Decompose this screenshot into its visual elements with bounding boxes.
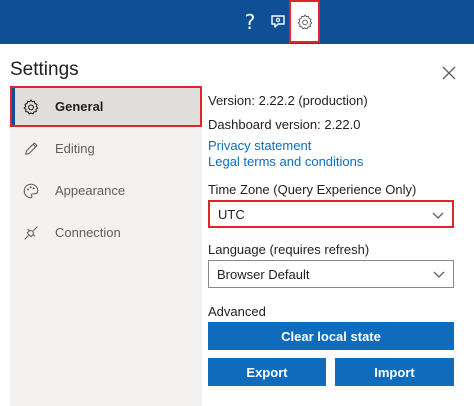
timezone-select[interactable]: UTC xyxy=(208,200,454,228)
settings-sidebar: General Editing Appearance Connection xyxy=(10,86,202,406)
language-value: Browser Default xyxy=(217,266,310,282)
sidebar-item-connection[interactable]: Connection xyxy=(10,212,202,253)
sidebar-item-label: Appearance xyxy=(55,183,126,198)
timezone-label: Time Zone (Query Experience Only) xyxy=(208,182,417,197)
settings-panel: Settings General Editing Appearance Conn… xyxy=(0,44,474,406)
legal-terms-link[interactable]: Legal terms and conditions xyxy=(208,154,363,169)
export-button[interactable]: Export xyxy=(208,358,326,386)
sidebar-item-label: General xyxy=(55,99,104,114)
pencil-icon xyxy=(25,142,38,155)
chevron-down-icon xyxy=(433,271,445,278)
gear-icon xyxy=(297,13,312,29)
import-button[interactable]: Import xyxy=(335,358,454,386)
sidebar-item-appearance[interactable]: Appearance xyxy=(10,170,202,211)
timezone-value: UTC xyxy=(218,206,245,222)
dashboard-version-text: Dashboard version: 2.22.0 xyxy=(208,117,361,132)
panel-title: Settings xyxy=(10,59,79,80)
sidebar-item-editing[interactable]: Editing xyxy=(10,128,202,169)
feedback-icon[interactable] xyxy=(264,0,292,44)
close-button[interactable] xyxy=(440,64,458,82)
chevron-down-icon xyxy=(432,212,444,219)
gear-icon xyxy=(23,99,39,115)
language-select[interactable]: Browser Default xyxy=(208,260,454,288)
palette-icon xyxy=(23,183,39,199)
advanced-label: Advanced xyxy=(208,304,266,319)
version-text: Version: 2.22.2 (production) xyxy=(208,93,368,108)
privacy-statement-link[interactable]: Privacy statement xyxy=(208,138,311,153)
plug-icon xyxy=(24,226,38,240)
close-icon xyxy=(442,66,456,80)
sidebar-item-general[interactable]: General xyxy=(10,86,202,127)
language-label: Language (requires refresh) xyxy=(208,242,370,257)
sidebar-item-label: Connection xyxy=(55,225,121,240)
help-icon[interactable]: ? xyxy=(236,0,264,44)
sidebar-item-label: Editing xyxy=(55,141,95,156)
top-bar: ? xyxy=(0,0,474,44)
clear-local-state-button[interactable]: Clear local state xyxy=(208,322,454,350)
settings-gear-button[interactable] xyxy=(289,0,320,43)
